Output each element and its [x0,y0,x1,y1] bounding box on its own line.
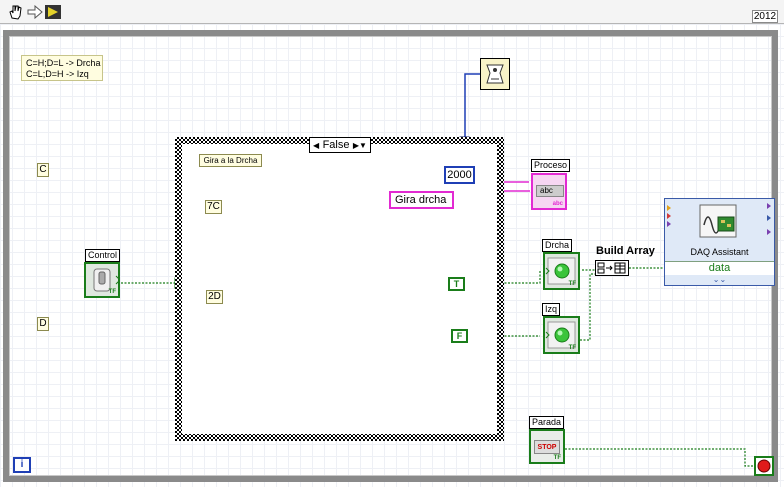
case-label: Gira a la Drcha [199,154,262,167]
false-constant[interactable]: F [451,329,468,343]
expand-icon[interactable]: ⌄⌄ [665,275,774,285]
daq-title: DAQ Assistant [690,247,749,257]
stop-wire [565,448,754,467]
case-selector-value: False [322,139,350,151]
case-selector[interactable]: ◀ False ▶▼ [309,137,371,153]
proceso-indicator-terminal[interactable]: abc abc [531,173,567,210]
proceso-type-mark: abc [552,201,563,207]
case-prev-icon[interactable]: ◀ [313,141,319,150]
wait-timer-icon[interactable] [480,58,510,90]
build-array-node[interactable] [595,260,629,276]
build-array-label: Build Array [596,245,655,257]
comment-note[interactable]: C=H;D=L -> Drcha C=L;D=H -> Izq [21,55,103,81]
izq-led-terminal[interactable]: TF [543,316,580,354]
case-next-icon[interactable]: ▶▼ [353,141,367,150]
control-toggle-terminal[interactable]: TF [84,262,120,298]
proceso-indicator-display: abc [536,185,564,197]
daq-assistant-node[interactable]: DAQ Assistant data ⌄⌄ [664,198,775,286]
daq-data-input[interactable]: data [665,261,774,275]
izq-wire [580,273,595,341]
daq-output-terminals [767,203,771,235]
tf-mark: TF [568,281,576,287]
tf-mark: TF [568,345,576,351]
proceso-label: Proceso [531,159,571,172]
izq-label: Izq [542,303,561,316]
constant-2d[interactable]: 2D [206,290,223,304]
daq-device-icon [698,203,738,239]
constant-c[interactable]: C [37,163,49,177]
constant-d[interactable]: D [37,317,49,331]
constant-7c[interactable]: 7C [205,200,222,214]
drcha-label: Drcha [542,239,573,252]
tf-mark: TF [553,455,561,461]
parada-stop-terminal[interactable]: STOP TF [529,429,565,464]
daq-input-terminals [667,205,671,227]
tf-mark: TF [108,289,116,295]
wait-ms-constant[interactable]: 2000 [444,166,475,184]
iteration-terminal[interactable]: i [13,457,31,473]
true-constant[interactable]: T [448,277,465,291]
control-label: Control [85,249,121,262]
parada-label: Parada [529,416,565,429]
drcha-led-terminal[interactable]: TF [543,252,580,290]
string-constant[interactable]: Gira drcha [389,191,454,209]
loop-condition-terminal[interactable] [754,456,774,476]
stop-button-face: STOP [534,440,560,454]
